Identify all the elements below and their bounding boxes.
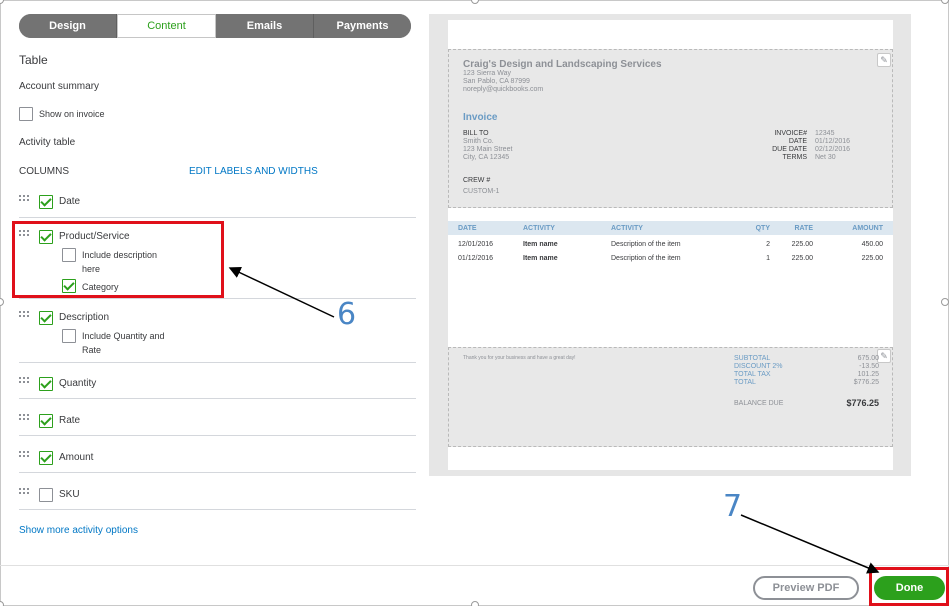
annotation-arrows [228, 267, 880, 574]
arrow-to-done [740, 514, 880, 574]
arrow-to-product-service [228, 267, 335, 318]
